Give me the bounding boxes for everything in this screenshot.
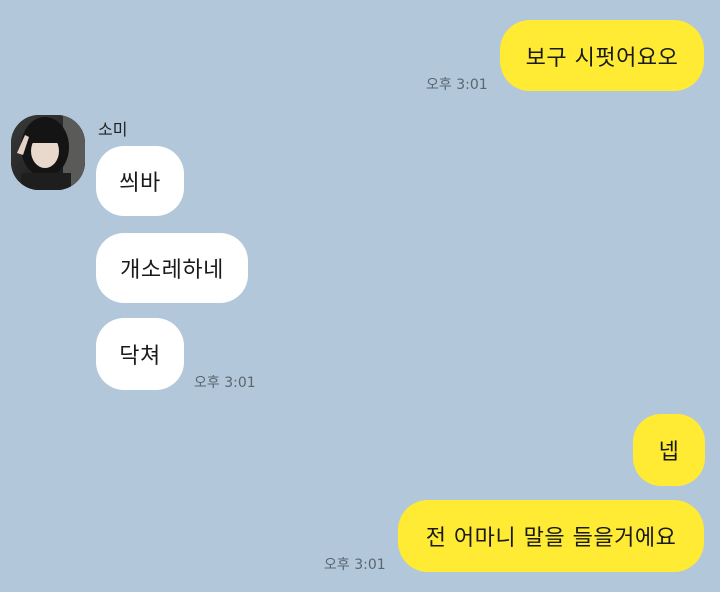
contact-avatar[interactable] [11, 115, 85, 190]
message-text: 넵 [658, 440, 680, 465]
message-timestamp: 오후 3:01 [324, 557, 386, 573]
message-text: 전 어마니 말을 들을거에요 [425, 526, 677, 551]
avatar-photo [11, 115, 85, 190]
their-message-bubble[interactable]: 씌바 [96, 146, 184, 216]
my-message-bubble[interactable]: 보구 시펏어요오 [500, 20, 704, 91]
message-timestamp: 오후 3:01 [194, 375, 256, 391]
my-message-bubble[interactable]: 전 어마니 말을 들을거에요 [398, 500, 704, 572]
message-text: 씌바 [119, 171, 161, 196]
message-timestamp: 오후 3:01 [426, 77, 488, 93]
message-text: 보구 시펏어요오 [525, 45, 679, 71]
their-message-bubble[interactable]: 개소레하네 [96, 233, 248, 303]
my-message-bubble[interactable]: 넵 [633, 414, 705, 486]
message-text: 닥쳐 [119, 344, 161, 369]
their-message-bubble[interactable]: 닥쳐 [96, 318, 184, 390]
message-text: 개소레하네 [120, 258, 224, 283]
contact-name: 소미 [98, 120, 128, 139]
